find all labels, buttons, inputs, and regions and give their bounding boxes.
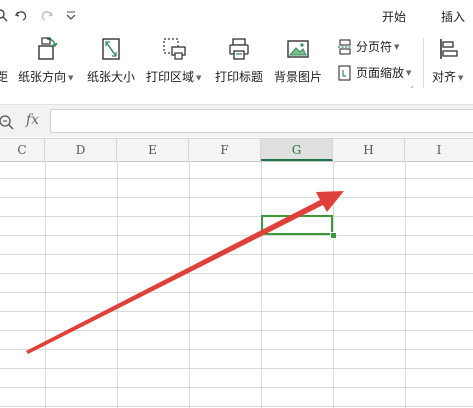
page-orientation-icon (38, 37, 58, 60)
grid-line (405, 161, 406, 408)
search-icon[interactable] (0, 8, 8, 22)
page-zoom-label: 页面缩放 (356, 66, 405, 80)
quick-access-toolbar: 开始 插入 (0, 0, 473, 30)
align-label: 对齐 (432, 70, 457, 84)
function-icon[interactable]: fx (26, 112, 39, 128)
column-header-c[interactable]: C (0, 139, 45, 161)
grid-line (0, 216, 473, 217)
print-area-label: 打印区域 (146, 70, 195, 84)
chevron-down-icon: ▼ (458, 73, 464, 82)
print-titles-button[interactable]: 打印标题 (215, 36, 263, 85)
column-header-g[interactable]: G (261, 139, 333, 161)
zoom-icon[interactable] (0, 114, 14, 130)
grid-line (0, 406, 473, 407)
chevron-down-icon: ▼ (394, 42, 400, 51)
grid-line (0, 349, 473, 350)
image-icon (287, 40, 309, 58)
print-area-button[interactable]: 打印区域 ▼ (146, 36, 201, 85)
chevron-down-icon: ▼ (196, 73, 202, 82)
orientation-button[interactable]: 纸张方向 ▼ (18, 36, 73, 85)
paper-size-icon (102, 38, 120, 60)
ribbon: 距 纸张方向 ▼ 纸张大小 打印区域 ▼ 打印标题 背景图片 分页符 ▼ 页面缩… (0, 30, 473, 92)
tab-start[interactable]: 开始 (382, 8, 406, 25)
grid-line (0, 178, 473, 179)
grid-line (0, 330, 473, 331)
cell-grid[interactable] (0, 161, 473, 408)
paper-size-button[interactable]: 纸张大小 (87, 36, 135, 85)
background-image-button[interactable]: 背景图片 (274, 36, 322, 85)
page-break-label: 分页符 (356, 40, 393, 54)
chevron-down-icon: ▼ (68, 73, 74, 82)
formula-bar: fx (0, 104, 473, 137)
column-header-d[interactable]: D (45, 139, 117, 161)
page-break-icon (338, 38, 352, 55)
page-zoom-icon (338, 64, 351, 81)
grid-line (0, 311, 473, 312)
formula-input[interactable] (50, 109, 473, 133)
background-image-label: 背景图片 (274, 70, 323, 84)
grid-line (0, 254, 473, 255)
ribbon-divider (423, 38, 424, 88)
paper-size-label: 纸张大小 (87, 70, 136, 84)
tab-insert[interactable]: 插入 (441, 8, 465, 25)
column-header-f[interactable]: F (189, 139, 261, 161)
selected-cell[interactable] (261, 215, 333, 235)
align-icon (439, 39, 458, 59)
undo-icon[interactable] (14, 8, 28, 22)
print-titles-label: 打印标题 (215, 70, 264, 84)
column-header-h[interactable]: H (333, 139, 405, 161)
grid-line (0, 273, 473, 274)
column-header-e[interactable]: E (117, 139, 189, 161)
redo-icon[interactable] (40, 8, 54, 22)
dialog-launcher-icon[interactable]: ⌟ (410, 80, 414, 89)
grid-line (0, 197, 473, 198)
orientation-label: 纸张方向 (18, 70, 67, 84)
grid-line (0, 387, 473, 388)
align-button[interactable]: 对齐 ▼ (432, 36, 463, 85)
column-header-i[interactable]: I (405, 139, 473, 161)
grid-line (189, 161, 190, 408)
fill-handle[interactable] (330, 232, 337, 239)
grid-line (117, 161, 118, 408)
print-titles-icon (229, 38, 249, 60)
page-zoom-button[interactable]: 页面缩放 ▼ (337, 64, 411, 81)
grid-line (45, 161, 46, 408)
grid-line (0, 292, 473, 293)
grid-line (0, 368, 473, 369)
grid-line (0, 235, 473, 236)
margins-label-partial[interactable]: 距 (0, 68, 8, 85)
column-header-row: C D E F G H I (0, 138, 473, 162)
chevron-down-icon: ▼ (406, 68, 412, 77)
print-area-icon (163, 38, 186, 60)
page-break-button[interactable]: 分页符 ▼ (337, 38, 399, 55)
grid-line (261, 161, 262, 408)
grid-line (333, 161, 334, 408)
customize-dropdown-icon[interactable] (64, 8, 78, 22)
